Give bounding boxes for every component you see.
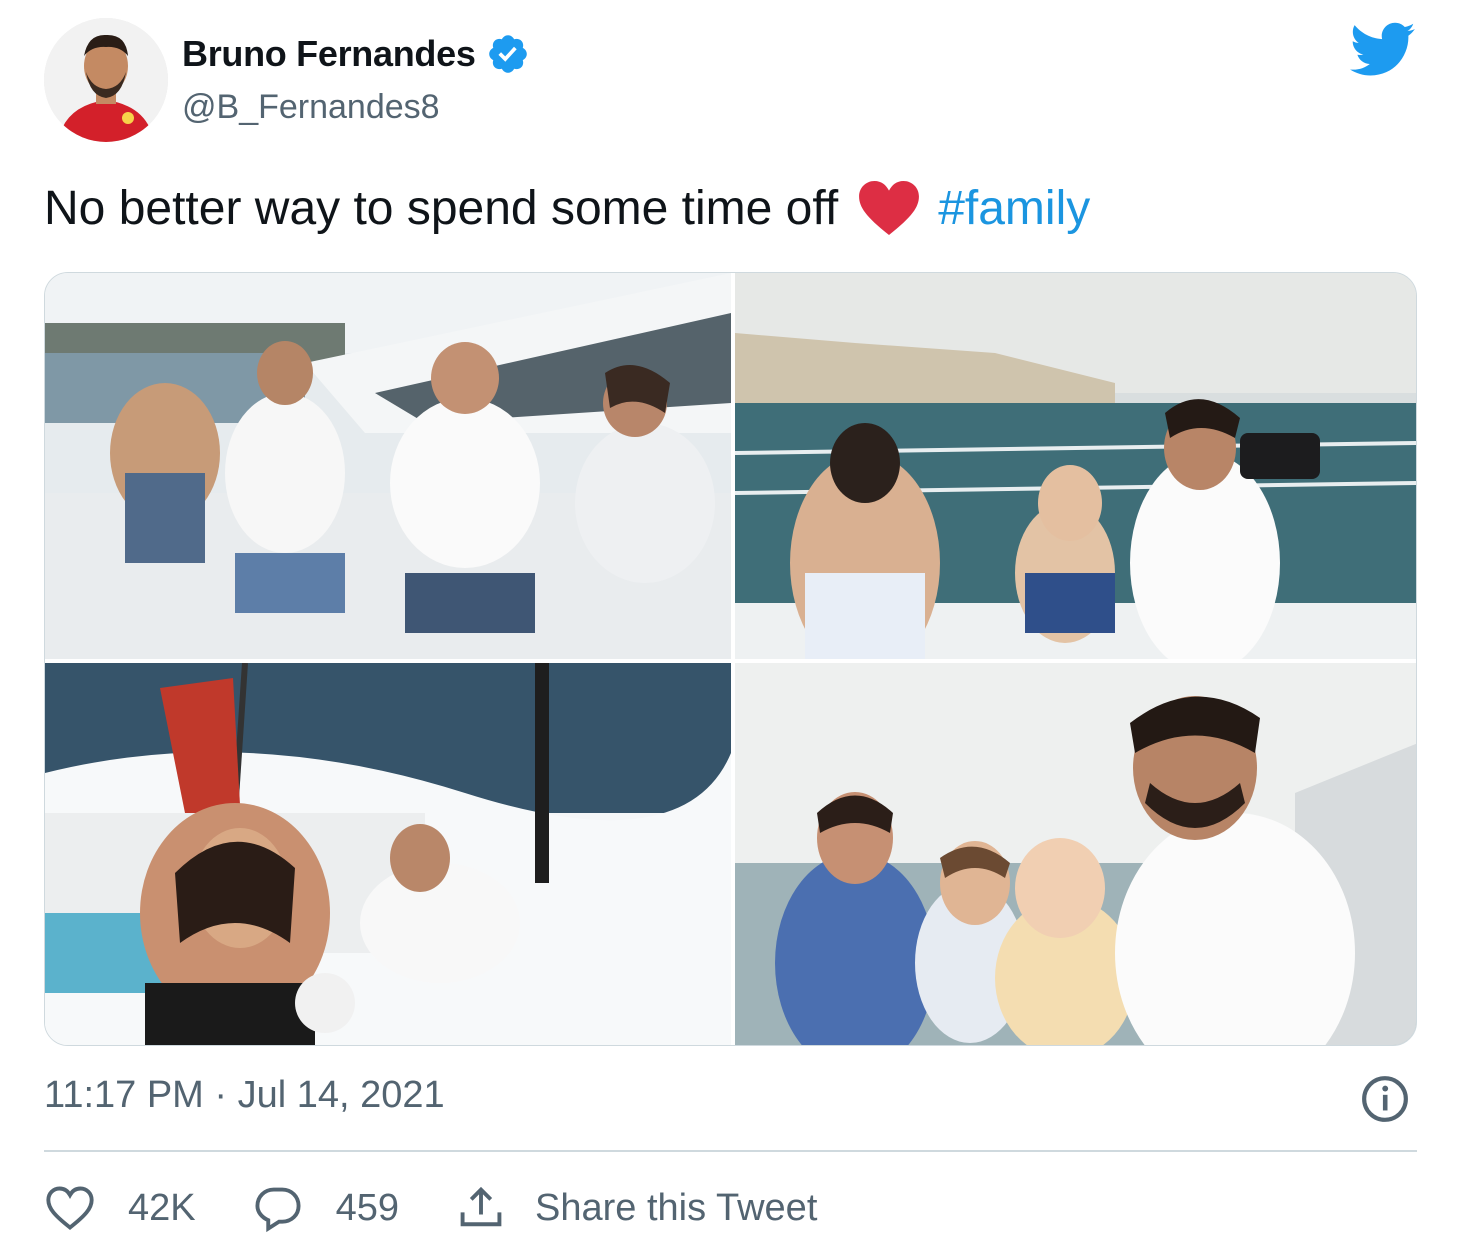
user-name[interactable]: Bruno Fernandes <box>182 32 530 76</box>
photo-1[interactable] <box>45 273 731 659</box>
user-handle[interactable]: @B_Fernandes8 <box>182 88 440 127</box>
tweet-text: No better way to spend some time off #fa… <box>44 180 1090 236</box>
share-icon <box>460 1186 502 1227</box>
photo-3[interactable] <box>45 663 731 1045</box>
divider <box>44 1150 1417 1152</box>
like-button[interactable]: 42K <box>44 1182 196 1234</box>
user-name-text: Bruno Fernandes <box>182 33 476 74</box>
share-label: Share this Tweet <box>535 1186 818 1229</box>
avatar[interactable] <box>44 18 168 142</box>
reply-count: 459 <box>335 1186 400 1229</box>
red-heart-icon <box>859 180 920 236</box>
family-boat-photo-3 <box>45 663 731 1045</box>
photo-2[interactable] <box>735 273 1416 659</box>
verified-badge-icon <box>488 35 527 73</box>
share-button[interactable]: Share this Tweet <box>455 1182 817 1234</box>
reply-button[interactable]: 459 <box>252 1182 399 1234</box>
tweet-timestamp[interactable]: 11:17 PM · Jul 14, 2021 <box>44 1074 445 1117</box>
family-boat-photo-2 <box>735 273 1416 659</box>
media-grid <box>44 272 1417 1046</box>
like-count: 42K <box>128 1186 196 1229</box>
photo-4[interactable] <box>735 663 1416 1045</box>
profile-photo <box>44 18 168 142</box>
heart-icon <box>46 1186 94 1230</box>
tweet-body: No better way to spend some time off <box>44 181 839 235</box>
reply-bubble-icon <box>255 1187 301 1233</box>
info-icon[interactable] <box>1360 1074 1410 1124</box>
family-boat-photo-1 <box>45 273 731 659</box>
hashtag-link[interactable]: #family <box>938 181 1090 236</box>
tweet-actions: 42K 459 Share this Tweet <box>44 1178 873 1238</box>
family-boat-photo-4 <box>735 663 1416 1045</box>
twitter-bird-icon[interactable] <box>1350 22 1416 78</box>
tweet-card: Bruno Fernandes @B_Fernandes8 No better … <box>0 0 1460 1255</box>
